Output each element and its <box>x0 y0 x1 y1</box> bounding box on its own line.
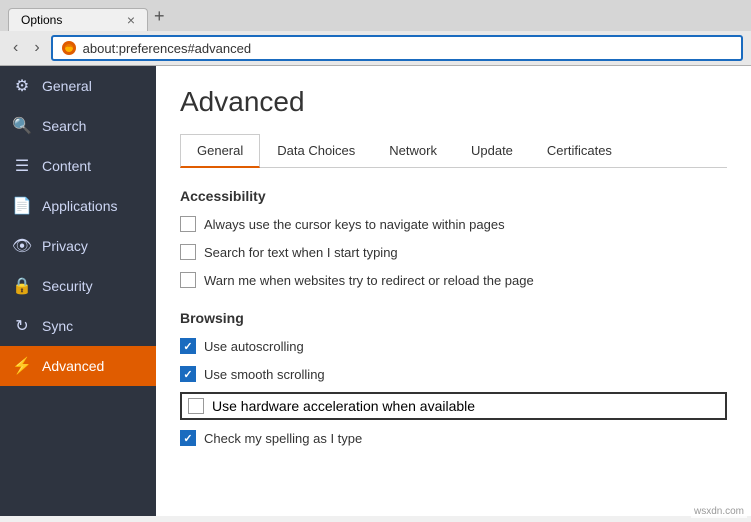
label-autoscroll[interactable]: Use autoscrolling <box>204 339 304 354</box>
new-tab-button[interactable]: + <box>148 6 171 27</box>
accessibility-section: Accessibility Always use the cursor keys… <box>180 188 727 290</box>
checkbox-spell-check[interactable] <box>180 430 196 446</box>
sidebar-label-privacy: Privacy <box>42 238 88 254</box>
label-hw-accel[interactable]: Use hardware acceleration when available <box>212 398 475 414</box>
label-smooth-scroll[interactable]: Use smooth scrolling <box>204 367 325 382</box>
content-icon: ☰ <box>12 156 32 176</box>
watermark: wsxdn.com <box>691 505 747 518</box>
content-area: Advanced General Data Choices Network Up… <box>156 66 751 516</box>
checkbox-row-warn-redirect: Warn me when websites try to redirect or… <box>180 270 727 290</box>
tab-bar: Options × + <box>8 6 743 31</box>
browsing-section: Browsing Use autoscrolling Use smooth sc… <box>180 310 727 448</box>
browser-chrome: Options × + <box>0 0 751 31</box>
tab-close-button[interactable]: × <box>127 13 135 27</box>
general-icon: ⚙ <box>12 76 32 96</box>
back-button[interactable]: ‹ <box>8 37 23 59</box>
checkbox-row-autoscroll: Use autoscrolling <box>180 336 727 356</box>
sidebar-item-advanced[interactable]: ⚡ Advanced <box>0 346 156 386</box>
main-layout: ⚙ General 🔍 Search ☰ Content 📄 Applicati… <box>0 66 751 516</box>
checkbox-row-search-text: Search for text when I start typing <box>180 242 727 262</box>
security-icon: 🔒 <box>12 276 32 296</box>
privacy-icon: 👁 <box>12 236 32 256</box>
tab-network[interactable]: Network <box>372 134 454 168</box>
accessibility-title: Accessibility <box>180 188 727 204</box>
applications-icon: 📄 <box>12 196 32 216</box>
sync-icon: ↻ <box>12 316 32 336</box>
sidebar-item-security[interactable]: 🔒 Security <box>0 266 156 306</box>
checkbox-row-spell-check: Check my spelling as I type <box>180 428 727 448</box>
sidebar-label-applications: Applications <box>42 198 118 214</box>
label-cursor-keys[interactable]: Always use the cursor keys to navigate w… <box>204 217 505 232</box>
search-icon: 🔍 <box>12 116 32 136</box>
checkbox-smooth-scroll[interactable] <box>180 366 196 382</box>
sidebar-label-search: Search <box>42 118 86 134</box>
browser-tab[interactable]: Options × <box>8 8 148 31</box>
page-title: Advanced <box>180 86 727 118</box>
checkbox-cursor-keys[interactable] <box>180 216 196 232</box>
sidebar-label-content: Content <box>42 158 91 174</box>
browsing-title: Browsing <box>180 310 727 326</box>
checkbox-row-smooth-scroll: Use smooth scrolling <box>180 364 727 384</box>
tab-title: Options <box>21 13 119 27</box>
sidebar-item-applications[interactable]: 📄 Applications <box>0 186 156 226</box>
advanced-icon: ⚡ <box>12 356 32 376</box>
sidebar-label-general: General <box>42 78 92 94</box>
tab-general[interactable]: General <box>180 134 260 168</box>
checkbox-search-text[interactable] <box>180 244 196 260</box>
checkbox-row-hw-accel-highlighted: Use hardware acceleration when available <box>180 392 727 420</box>
address-bar[interactable]: about:preferences#advanced <box>51 35 743 61</box>
sidebar-item-sync[interactable]: ↻ Sync <box>0 306 156 346</box>
sidebar-label-sync: Sync <box>42 318 73 334</box>
sidebar-label-advanced: Advanced <box>42 358 104 374</box>
sidebar-item-privacy[interactable]: 👁 Privacy <box>0 226 156 266</box>
sidebar-item-search[interactable]: 🔍 Search <box>0 106 156 146</box>
checkbox-autoscroll[interactable] <box>180 338 196 354</box>
address-text: about:preferences#advanced <box>83 41 251 56</box>
tab-certificates[interactable]: Certificates <box>530 134 629 168</box>
address-bar-row: ‹ › about:preferences#advanced <box>0 31 751 66</box>
sidebar: ⚙ General 🔍 Search ☰ Content 📄 Applicati… <box>0 66 156 516</box>
label-search-text[interactable]: Search for text when I start typing <box>204 245 398 260</box>
checkbox-hw-accel[interactable] <box>188 398 204 414</box>
label-warn-redirect[interactable]: Warn me when websites try to redirect or… <box>204 273 534 288</box>
tab-update[interactable]: Update <box>454 134 530 168</box>
forward-button[interactable]: › <box>29 37 44 59</box>
firefox-icon <box>61 40 77 56</box>
checkbox-warn-redirect[interactable] <box>180 272 196 288</box>
tab-navigation: General Data Choices Network Update Cert… <box>180 134 727 168</box>
sidebar-item-content[interactable]: ☰ Content <box>0 146 156 186</box>
tab-data-choices[interactable]: Data Choices <box>260 134 372 168</box>
sidebar-label-security: Security <box>42 278 93 294</box>
sidebar-item-general[interactable]: ⚙ General <box>0 66 156 106</box>
label-spell-check[interactable]: Check my spelling as I type <box>204 431 362 446</box>
checkbox-row-cursor-keys: Always use the cursor keys to navigate w… <box>180 214 727 234</box>
